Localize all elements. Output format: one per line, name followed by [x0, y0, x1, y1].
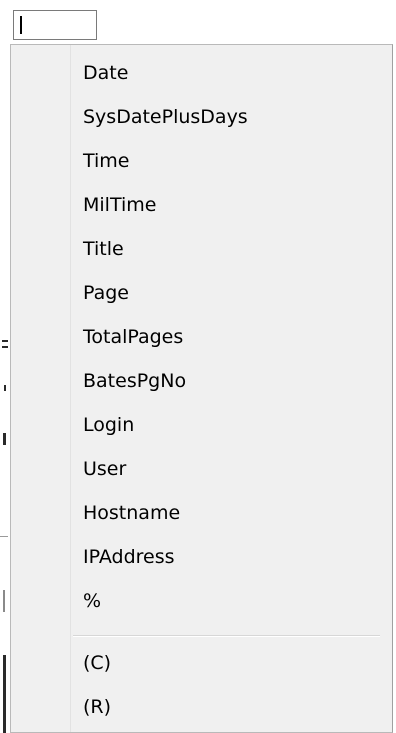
- text-field[interactable]: [13, 10, 97, 40]
- menu-item-copyright[interactable]: (C): [73, 642, 373, 684]
- menu-item-registered[interactable]: (R): [73, 686, 373, 728]
- menu-item-time[interactable]: Time: [73, 140, 373, 182]
- menu-item-user[interactable]: User: [73, 448, 373, 490]
- menu-item-percent[interactable]: %: [73, 580, 373, 622]
- context-menu: Date SysDatePlusDays Time MilTime Title …: [10, 44, 393, 733]
- background-fragment-4: [3, 433, 6, 445]
- menu-item-title[interactable]: Title: [73, 228, 373, 270]
- text-caret: [20, 16, 22, 34]
- menu-item-date[interactable]: Date: [73, 52, 373, 94]
- menu-item-totalpages[interactable]: TotalPages: [73, 316, 373, 358]
- menu-separator: [73, 635, 380, 637]
- background-fragment-5: [0, 536, 8, 537]
- background-fragment-2: [2, 346, 8, 348]
- menu-item-ipaddress[interactable]: IPAddress: [73, 536, 373, 578]
- menu-item-batespgno[interactable]: BatesPgNo: [73, 360, 373, 402]
- menu-icon-gutter: [11, 45, 71, 732]
- menu-item-miltime[interactable]: MilTime: [73, 184, 373, 226]
- menu-item-hostname[interactable]: Hostname: [73, 492, 373, 534]
- background-fragment-1: [2, 340, 8, 342]
- background-fragment-3: [4, 385, 6, 391]
- background-fragment-7: [3, 655, 6, 733]
- background-fragment-6: [3, 590, 5, 612]
- screen: Date SysDatePlusDays Time MilTime Title …: [0, 0, 396, 733]
- menu-item-sysdateplusdays[interactable]: SysDatePlusDays: [73, 96, 373, 138]
- menu-item-login[interactable]: Login: [73, 404, 373, 446]
- menu-item-page[interactable]: Page: [73, 272, 373, 314]
